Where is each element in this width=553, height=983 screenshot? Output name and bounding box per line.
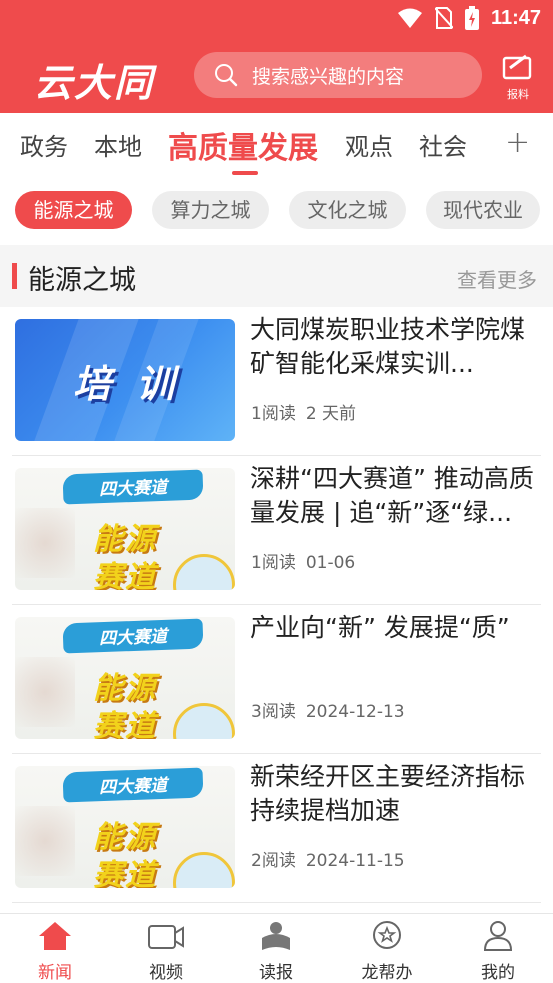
thumbnail-text: 培 训 [73, 362, 181, 406]
app-header: 11:47 云大同 搜索感兴趣的内容 报料 [0, 0, 553, 113]
pill-sub-0[interactable]: 能源之城 [15, 191, 132, 229]
tab-channel-0[interactable]: 政务 [20, 127, 68, 162]
read-count: 1阅读 [251, 404, 296, 424]
status-bar: 11:47 [0, 0, 553, 40]
publish-time: 01-06 [305, 553, 356, 573]
search-icon [215, 64, 238, 87]
section-marker [12, 263, 17, 289]
news-item[interactable]: 四大赛道 能源 赛道 新荣经开区主要经济指标持续提档加速 2阅读 2024-11-… [0, 754, 553, 903]
news-meta: 1阅读 2 天前 [251, 399, 356, 424]
user-icon [483, 921, 513, 951]
channel-tabs: 政务 本地 高质量发展 观点 社会 + [0, 113, 553, 179]
search-bar[interactable]: 搜索感兴趣的内容 [194, 52, 482, 98]
battery-icon [464, 6, 479, 30]
news-item[interactable]: 培 训 大同煤炭职业技术学院煤矿智能化采煤实训... 1阅读 2 天前 [0, 307, 553, 456]
tab-channel-2-active[interactable]: 高质量发展 [168, 123, 318, 167]
nav-label: 视频 [149, 963, 183, 983]
tab-channel-4[interactable]: 社会 [419, 127, 467, 162]
news-meta: 3阅读 2024-12-13 [251, 697, 405, 722]
nav-label: 新闻 [38, 963, 72, 983]
news-thumbnail: 四大赛道 能源 赛道 [15, 766, 235, 888]
read-count: 3阅读 [251, 702, 296, 722]
news-thumbnail: 四大赛道 能源 赛道 [15, 617, 235, 739]
news-title: 大同煤炭职业技术学院煤矿智能化采煤实训... [250, 315, 526, 378]
news-title: 产业向“新” 发展提“质” [250, 613, 510, 642]
video-camera-icon [148, 925, 184, 949]
news-title: 新荣经开区主要经济指标持续提档加速 [250, 762, 526, 825]
add-channel-icon[interactable]: + [505, 125, 530, 160]
report-label: 报料 [507, 88, 529, 101]
news-thumbnail: 培 训 [15, 319, 235, 441]
nav-label: 读报 [259, 963, 293, 983]
publish-time: 2 天前 [305, 404, 357, 424]
tab-channel-3[interactable]: 观点 [345, 127, 393, 162]
nav-news[interactable]: 新闻 [10, 920, 100, 983]
section-title: 能源之城 [28, 265, 136, 296]
thumbnail-banner: 四大赛道 [98, 477, 168, 501]
active-tab-indicator [232, 171, 258, 175]
nav-label: 我的 [481, 963, 515, 983]
publish-time: 2024-11-15 [305, 851, 405, 871]
reader-icon [262, 922, 290, 950]
pill-sub-2[interactable]: 文化之城 [289, 191, 406, 229]
home-icon [39, 922, 71, 950]
read-count: 1阅读 [251, 553, 296, 573]
nav-service[interactable]: 龙帮办 [342, 920, 432, 983]
report-button[interactable]: 报料 [498, 54, 538, 102]
app-logo: 云大同 [34, 60, 155, 105]
sub-channel-pills: 能源之城 算力之城 文化之城 现代农业 [0, 179, 553, 243]
news-thumbnail: 四大赛道 能源 赛道 [15, 468, 235, 590]
thumbnail-banner: 四大赛道 [98, 775, 168, 799]
news-meta: 1阅读 01-06 [251, 548, 355, 573]
pill-sub-1[interactable]: 算力之城 [152, 191, 269, 229]
wifi-icon [397, 8, 422, 28]
nav-newspaper[interactable]: 读报 [231, 920, 321, 983]
edit-icon [502, 54, 532, 80]
publish-time: 2024-12-13 [305, 702, 405, 722]
no-sim-icon [434, 7, 453, 29]
nav-label: 龙帮办 [361, 963, 413, 983]
thumbnail-text: 赛道 [93, 858, 157, 888]
status-time: 11:47 [490, 6, 541, 29]
news-item[interactable]: 四大赛道 能源 赛道 产业向“新” 发展提“质” 3阅读 2024-12-13 [0, 605, 553, 754]
view-more-link[interactable]: 查看更多 [457, 264, 537, 293]
thumbnail-text: 赛道 [93, 560, 157, 590]
news-meta: 2阅读 2024-11-15 [251, 846, 405, 871]
news-title: 深耕“四大赛道” 推动高质量发展 | 追“新”逐“绿... [250, 464, 534, 527]
thumbnail-banner: 四大赛道 [98, 626, 168, 650]
thumbnail-text: 赛道 [93, 709, 157, 739]
nav-video[interactable]: 视频 [121, 920, 211, 983]
nav-profile[interactable]: 我的 [453, 920, 543, 983]
pill-sub-3[interactable]: 现代农业 [426, 191, 540, 229]
search-placeholder: 搜索感兴趣的内容 [252, 65, 405, 88]
read-count: 2阅读 [251, 851, 296, 871]
service-badge-icon [373, 921, 401, 949]
bottom-navigation: 新闻 视频 读报 龙帮办 我的 [0, 913, 553, 983]
tab-channel-1[interactable]: 本地 [94, 127, 142, 162]
news-item[interactable]: 四大赛道 能源 赛道 深耕“四大赛道” 推动高质量发展 | 追“新”逐“绿...… [0, 456, 553, 605]
section-header: 能源之城 查看更多 [0, 245, 553, 307]
